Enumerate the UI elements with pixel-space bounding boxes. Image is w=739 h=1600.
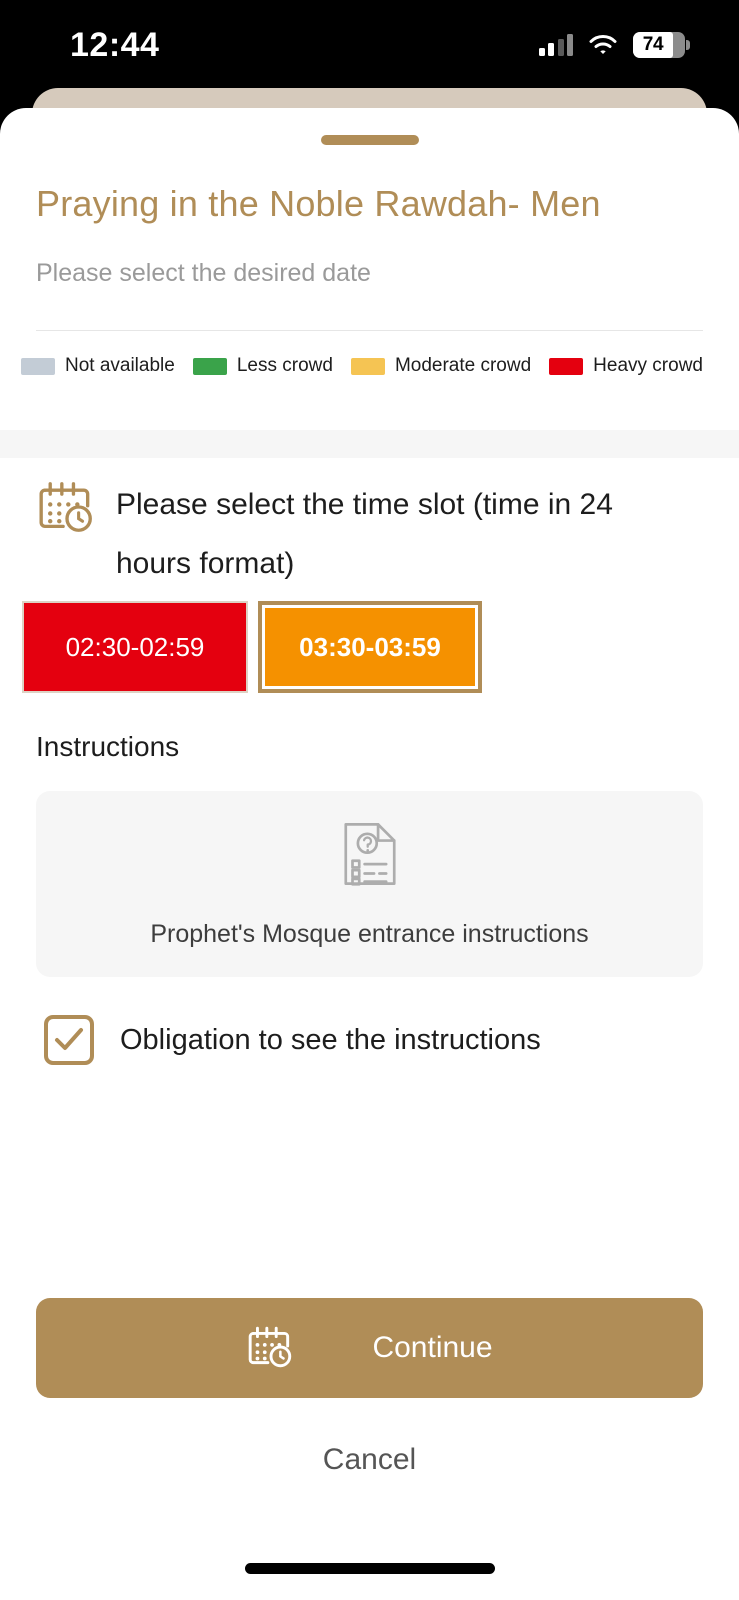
- legend-label: Not available: [64, 355, 175, 376]
- time-slot-heading: Please select the time slot (time in 24 …: [116, 488, 613, 580]
- obligation-checkbox-row[interactable]: Obligation to see the instructions: [0, 977, 739, 1065]
- status-bar: 12:44 74: [0, 0, 739, 90]
- obligation-checkbox[interactable]: [44, 1015, 94, 1065]
- legend-swatch-heavy-crowd: [549, 357, 584, 375]
- instructions-card[interactable]: Prophet's Mosque entrance instructions: [36, 791, 703, 977]
- time-slot-option[interactable]: 02:30-02:59: [22, 601, 248, 693]
- legend-item-less-crowd: Less crowd: [192, 355, 333, 377]
- continue-button[interactable]: Continue: [36, 1298, 703, 1398]
- crowd-legend: Not available Less crowd Moderate crowd …: [0, 331, 739, 377]
- legend-item-not-available: Not available: [20, 355, 175, 377]
- continue-button-label: Continue: [372, 1331, 493, 1364]
- battery-icon: 74: [633, 32, 690, 58]
- legend-item-heavy-crowd: Heavy crowd: [549, 355, 703, 377]
- legend-swatch-less-crowd: [192, 357, 227, 375]
- obligation-checkbox-label: Obligation to see the instructions: [120, 1023, 541, 1056]
- wifi-icon: [589, 34, 617, 56]
- time-slot-heading-row: Please select the time slot (time in 24 …: [0, 458, 739, 593]
- status-bar-indicators: 74: [538, 32, 690, 58]
- bottom-sheet: Praying in the Noble Rawdah- Men Please …: [0, 108, 739, 1600]
- time-slot-option-selected[interactable]: 03:30-03:59: [258, 601, 482, 693]
- phone-screen: 12:44 74 Praying in the Noble Rawdah- Me…: [0, 0, 739, 1600]
- battery-level-text: 74: [642, 34, 664, 55]
- legend-swatch-not-available: [20, 357, 55, 375]
- calendar-clock-icon: [36, 476, 98, 543]
- instructions-section-title: Instructions: [36, 731, 180, 762]
- home-indicator: [244, 1563, 495, 1574]
- page-title: Praying in the Noble Rawdah- Men: [36, 183, 601, 224]
- status-bar-time: 12:44: [70, 25, 160, 64]
- legend-label: Less crowd: [236, 355, 333, 376]
- document-question-icon: [340, 819, 400, 894]
- instructions-card-label: Prophet's Mosque entrance instructions: [150, 920, 589, 948]
- checkmark-icon: [55, 1028, 83, 1050]
- page-subtitle: Please select the desired date: [36, 259, 371, 287]
- calendar-clock-icon: [246, 1322, 296, 1375]
- legend-label: Moderate crowd: [394, 355, 532, 376]
- sheet-header: Praying in the Noble Rawdah- Men Please …: [0, 183, 739, 331]
- drag-handle[interactable]: [320, 135, 419, 145]
- cellular-signal-icon: [538, 34, 573, 56]
- legend-label: Heavy crowd: [593, 355, 703, 376]
- time-slot-list: 02:30-02:59 03:30-03:59: [0, 593, 739, 693]
- legend-item-moderate-crowd: Moderate crowd: [350, 355, 532, 377]
- cancel-button[interactable]: Cancel: [0, 1443, 739, 1477]
- section-separator: [0, 430, 739, 458]
- sheet-body: Please select the time slot (time in 24 …: [0, 458, 739, 1600]
- legend-swatch-moderate-crowd: [350, 357, 385, 375]
